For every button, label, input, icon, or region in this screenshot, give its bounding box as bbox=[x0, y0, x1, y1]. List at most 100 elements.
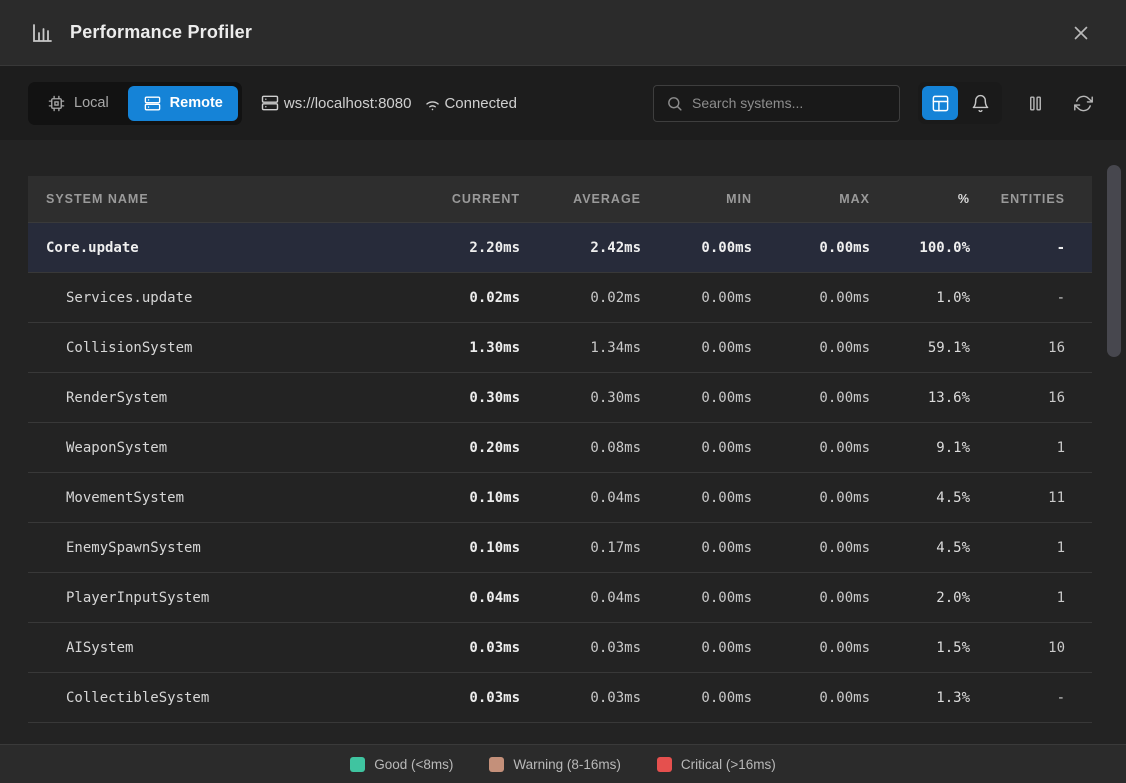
bar-chart-icon bbox=[30, 21, 54, 45]
average-time-cell: 0.30ms bbox=[520, 390, 641, 406]
system-name-cell: MovementSystem bbox=[28, 490, 405, 506]
max-time-cell: 0.00ms bbox=[752, 340, 870, 356]
refresh-icon bbox=[1074, 94, 1093, 113]
system-name-cell: WeaponSystem bbox=[28, 440, 405, 456]
legend: Good (<8ms) Warning (8-16ms) Critical (>… bbox=[0, 744, 1126, 783]
refresh-button[interactable] bbox=[1068, 86, 1098, 120]
view-toggle-group bbox=[918, 82, 1002, 124]
vertical-scrollbar-thumb[interactable] bbox=[1107, 165, 1121, 357]
cpu-chip-icon bbox=[47, 94, 66, 113]
average-time-cell: 0.08ms bbox=[520, 440, 641, 456]
close-button[interactable] bbox=[1066, 18, 1096, 48]
legend-item: Good (<8ms) bbox=[350, 757, 453, 772]
mode-segmented-control: Local Remote bbox=[28, 82, 242, 125]
system-name-cell: Services.update bbox=[28, 290, 405, 306]
entities-count-cell: 16 bbox=[970, 390, 1065, 406]
pause-button[interactable] bbox=[1020, 86, 1050, 120]
table-row[interactable]: CollectibleSystem 0.03ms 0.03ms 0.00ms 0… bbox=[28, 673, 1092, 723]
connection-info: ws://localhost:8080 Connected bbox=[260, 93, 517, 113]
percent-cell: 1.0% bbox=[870, 290, 970, 306]
server-icon bbox=[260, 93, 280, 113]
table-row[interactable]: RenderSystem 0.30ms 0.30ms 0.00ms 0.00ms… bbox=[28, 373, 1092, 423]
table-row[interactable]: EnemySpawnSystem 0.10ms 0.17ms 0.00ms 0.… bbox=[28, 523, 1092, 573]
max-time-cell: 0.00ms bbox=[752, 590, 870, 606]
search-box bbox=[653, 85, 900, 122]
percent-cell: 1.3% bbox=[870, 690, 970, 706]
table-row[interactable]: CollisionSystem 1.30ms 1.34ms 0.00ms 0.0… bbox=[28, 323, 1092, 373]
table-row[interactable]: MovementSystem 0.10ms 0.04ms 0.00ms 0.00… bbox=[28, 473, 1092, 523]
column-header-min[interactable]: MIN bbox=[641, 192, 752, 206]
local-mode-button[interactable]: Local bbox=[32, 86, 124, 121]
server-icon bbox=[143, 94, 162, 113]
percent-cell: 4.5% bbox=[870, 490, 970, 506]
entities-count-cell: - bbox=[970, 690, 1065, 706]
min-time-cell: 0.00ms bbox=[641, 540, 752, 556]
average-time-cell: 2.42ms bbox=[520, 240, 641, 256]
current-time-cell: 0.04ms bbox=[405, 590, 520, 606]
min-time-cell: 0.00ms bbox=[641, 590, 752, 606]
system-name-cell: CollectibleSystem bbox=[28, 690, 405, 706]
page-title: Performance Profiler bbox=[70, 22, 1066, 43]
table-row[interactable]: Core.update 2.20ms 2.42ms 0.00ms 0.00ms … bbox=[28, 223, 1092, 273]
max-time-cell: 0.00ms bbox=[752, 290, 870, 306]
min-time-cell: 0.00ms bbox=[641, 390, 752, 406]
percent-cell: 100.0% bbox=[870, 240, 970, 256]
percent-cell: 1.5% bbox=[870, 640, 970, 656]
search-input[interactable] bbox=[692, 95, 887, 111]
average-time-cell: 1.34ms bbox=[520, 340, 641, 356]
remote-mode-button[interactable]: Remote bbox=[128, 86, 238, 121]
legend-item: Critical (>16ms) bbox=[657, 757, 776, 772]
current-time-cell: 0.30ms bbox=[405, 390, 520, 406]
max-time-cell: 0.00ms bbox=[752, 390, 870, 406]
toolbar: Local Remote ws://localhost:8080 bbox=[0, 66, 1126, 140]
max-time-cell: 0.00ms bbox=[752, 490, 870, 506]
legend-label: Good (<8ms) bbox=[374, 757, 453, 772]
table-row[interactable]: PlayerInputSystem 0.04ms 0.04ms 0.00ms 0… bbox=[28, 573, 1092, 623]
system-name-cell: CollisionSystem bbox=[28, 340, 405, 356]
current-time-cell: 0.10ms bbox=[405, 490, 520, 506]
min-time-cell: 0.00ms bbox=[641, 290, 752, 306]
entities-count-cell: - bbox=[970, 240, 1065, 256]
entities-count-cell: 16 bbox=[970, 340, 1065, 356]
connection-url: ws://localhost:8080 bbox=[284, 95, 412, 112]
local-mode-label: Local bbox=[74, 95, 109, 111]
column-header-system-name[interactable]: SYSTEM NAME bbox=[28, 192, 405, 206]
legend-label: Critical (>16ms) bbox=[681, 757, 776, 772]
table-row[interactable]: Services.update 0.02ms 0.02ms 0.00ms 0.0… bbox=[28, 273, 1092, 323]
column-header-percent[interactable]: % bbox=[870, 192, 970, 206]
table-row[interactable]: WeaponSystem 0.20ms 0.08ms 0.00ms 0.00ms… bbox=[28, 423, 1092, 473]
alerts-button[interactable] bbox=[962, 86, 998, 120]
percent-cell: 9.1% bbox=[870, 440, 970, 456]
entities-count-cell: 1 bbox=[970, 590, 1065, 606]
average-time-cell: 0.04ms bbox=[520, 590, 641, 606]
current-time-cell: 0.02ms bbox=[405, 290, 520, 306]
column-header-entities[interactable]: ENTITIES bbox=[970, 192, 1065, 206]
system-name-cell: EnemySpawnSystem bbox=[28, 540, 405, 556]
percent-cell: 59.1% bbox=[870, 340, 970, 356]
table-row[interactable]: AISystem 0.03ms 0.03ms 0.00ms 0.00ms 1.5… bbox=[28, 623, 1092, 673]
average-time-cell: 0.02ms bbox=[520, 290, 641, 306]
legend-swatch bbox=[489, 757, 504, 772]
system-name-cell: Core.update bbox=[28, 240, 405, 256]
column-header-max[interactable]: MAX bbox=[752, 192, 870, 206]
current-time-cell: 0.03ms bbox=[405, 640, 520, 656]
legend-label: Warning (8-16ms) bbox=[513, 757, 621, 772]
legend-swatch bbox=[350, 757, 365, 772]
current-time-cell: 1.30ms bbox=[405, 340, 520, 356]
percent-cell: 13.6% bbox=[870, 390, 970, 406]
remote-mode-label: Remote bbox=[170, 95, 223, 111]
percent-cell: 2.0% bbox=[870, 590, 970, 606]
entities-count-cell: - bbox=[970, 290, 1065, 306]
title-bar: Performance Profiler bbox=[0, 0, 1126, 66]
connection-status: Connected bbox=[423, 94, 517, 113]
column-header-current[interactable]: CURRENT bbox=[405, 192, 520, 206]
current-time-cell: 0.03ms bbox=[405, 690, 520, 706]
column-header-average[interactable]: AVERAGE bbox=[520, 192, 641, 206]
table-body: Core.update 2.20ms 2.42ms 0.00ms 0.00ms … bbox=[28, 223, 1092, 723]
system-name-cell: RenderSystem bbox=[28, 390, 405, 406]
max-time-cell: 0.00ms bbox=[752, 540, 870, 556]
min-time-cell: 0.00ms bbox=[641, 690, 752, 706]
system-name-cell: PlayerInputSystem bbox=[28, 590, 405, 606]
legend-swatch bbox=[657, 757, 672, 772]
table-view-button[interactable] bbox=[922, 86, 958, 120]
